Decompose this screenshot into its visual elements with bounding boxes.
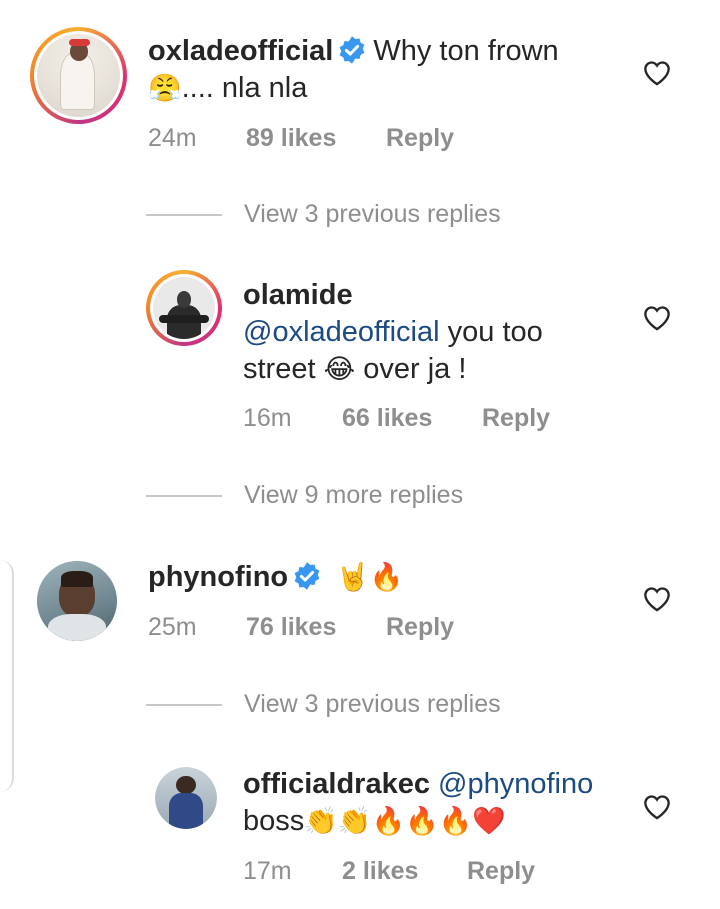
likes-count[interactable]: 89 likes: [246, 124, 386, 153]
comment-text: olamide @oxladeofficial you too street 😂…: [243, 277, 623, 388]
avatar[interactable]: [30, 27, 127, 124]
reply-button[interactable]: Reply: [467, 857, 535, 886]
comment-body-line3b: over ja !: [363, 353, 467, 385]
comment-body: boss: [243, 805, 305, 837]
verified-badge-icon: [294, 562, 320, 590]
verified-badge-icon: [339, 36, 365, 64]
username[interactable]: phynofino: [148, 561, 288, 593]
comment-body-line3a: street: [243, 353, 316, 385]
comment-body: Why ton frown: [373, 35, 559, 67]
likes-count[interactable]: 76 likes: [246, 613, 386, 642]
heart-outline-icon[interactable]: [643, 586, 671, 612]
clap-fire-heart-emojis: 👏👏🔥🔥🔥❤️: [304, 806, 506, 837]
view-replies-label[interactable]: View 3 previous replies: [244, 200, 501, 229]
avatar[interactable]: [146, 270, 222, 346]
reply-button[interactable]: Reply: [482, 404, 550, 433]
username[interactable]: olamide: [243, 279, 353, 311]
view-replies-label[interactable]: View 3 previous replies: [244, 690, 501, 719]
divider-line: [146, 703, 222, 706]
timestamp: 16m: [243, 404, 292, 432]
divider-line: [146, 494, 222, 497]
avatar[interactable]: [37, 561, 117, 641]
view-more-replies[interactable]: View 9 more replies: [146, 481, 463, 510]
comment-body-line2: .... nla nla: [181, 72, 308, 104]
likes-count[interactable]: 66 likes: [342, 404, 482, 433]
mention-link[interactable]: @oxladeofficial: [243, 316, 440, 348]
left-panel-edge: [0, 560, 14, 792]
avatar[interactable]: [155, 767, 217, 829]
laughing-emoji: 😂: [323, 354, 356, 385]
heart-outline-icon[interactable]: [643, 794, 671, 820]
mention-link[interactable]: @phynofino: [438, 768, 593, 800]
comment-meta: 24m 89 likes Reply: [148, 124, 454, 153]
heart-outline-icon[interactable]: [643, 60, 671, 86]
timestamp: 17m: [243, 857, 292, 885]
username[interactable]: oxladeofficial: [148, 35, 333, 67]
username[interactable]: officialdrakec: [243, 768, 430, 800]
comment-text: officialdrakec @phynofino boss👏👏🔥🔥🔥❤️: [243, 766, 623, 840]
comment-text: oxladeofficial Why ton frown 😤.... nla nl…: [148, 33, 628, 107]
comment-meta: 16m 66 likes Reply: [243, 404, 550, 433]
comment-meta: 25m 76 likes Reply: [148, 613, 454, 642]
view-replies-label[interactable]: View 9 more replies: [244, 481, 463, 510]
heart-outline-icon[interactable]: [643, 305, 671, 331]
steam-face-emoji: 😤: [148, 73, 182, 104]
comment-meta: 17m 2 likes Reply: [243, 857, 535, 886]
comment-text: phynofino 🤘🔥: [148, 559, 628, 596]
comment-body: you too: [439, 316, 543, 348]
reply-button[interactable]: Reply: [386, 613, 454, 642]
view-previous-replies[interactable]: View 3 previous replies: [146, 200, 501, 229]
reply-button[interactable]: Reply: [386, 124, 454, 153]
divider-line: [146, 213, 222, 216]
likes-count[interactable]: 2 likes: [342, 857, 467, 886]
timestamp: 25m: [148, 613, 197, 641]
view-previous-replies[interactable]: View 3 previous replies: [146, 690, 501, 719]
timestamp: 24m: [148, 124, 197, 152]
rock-fire-emojis: 🤘🔥: [336, 562, 404, 593]
